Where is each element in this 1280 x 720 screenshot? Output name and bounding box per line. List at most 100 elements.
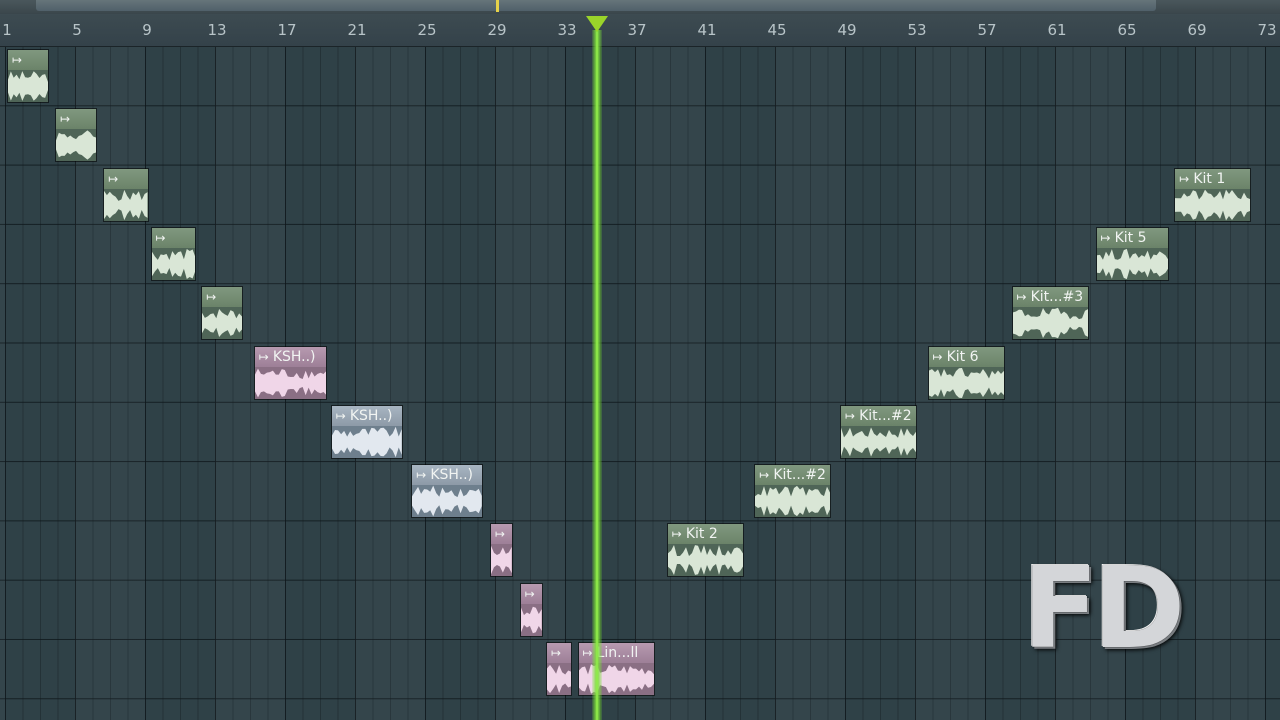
clip-menu-icon[interactable]: ↦ [108, 172, 118, 186]
ruler-bar-number: 5 [72, 21, 82, 39]
ruler-bar-number: 45 [767, 21, 787, 39]
playhead-line[interactable] [591, 30, 602, 720]
audio-clip[interactable]: ↦ Kit...#2 [840, 404, 917, 459]
waveform [667, 545, 743, 576]
waveform [755, 486, 831, 517]
clip-header[interactable]: ↦ Kit 2 [667, 524, 743, 545]
clip-label: Kit...#2 [773, 467, 826, 484]
clip-label: Kit 6 [946, 348, 979, 365]
clip-header[interactable]: ↦ Kit 1 [1175, 168, 1251, 189]
watermark-logo: FD [1022, 553, 1186, 665]
clip-waveform [104, 188, 148, 221]
ruler-bar-number: 9 [142, 21, 152, 39]
clip-waveform [928, 366, 1004, 399]
clip-waveform [520, 603, 542, 636]
audio-clip[interactable]: ↦ Kit 6 [927, 345, 1005, 400]
clip-menu-icon[interactable]: ↦ [156, 231, 166, 245]
ruler-bar-number: 61 [1047, 21, 1067, 39]
audio-clip[interactable]: ↦ Kit 5 [1095, 226, 1169, 281]
clip-waveform [1096, 247, 1168, 280]
audio-clip[interactable]: ↦ KSH..) [411, 464, 483, 519]
audio-clip[interactable]: ↦ [201, 286, 244, 341]
ruler-bar-number: 37 [627, 21, 647, 39]
ruler-bar-number: 21 [347, 21, 367, 39]
clip-waveform [254, 366, 327, 399]
ruler-bar-number: 69 [1187, 21, 1207, 39]
clip-header[interactable]: ↦ Kit...#3 [1012, 287, 1088, 308]
clip-menu-icon[interactable]: ↦ [416, 468, 426, 482]
clip-header[interactable]: ↦ [547, 643, 572, 663]
ruler-bar-number: 65 [1117, 21, 1137, 39]
clip-header[interactable]: ↦ [491, 524, 512, 545]
clip-header[interactable]: ↦ Kit...#2 [755, 465, 831, 486]
clip-waveform [755, 485, 831, 518]
clip-label: Kit 2 [685, 526, 718, 543]
audio-clip[interactable]: ↦ [546, 642, 573, 696]
audio-clip[interactable]: ↦ [519, 582, 543, 637]
clip-menu-icon[interactable]: ↦ [12, 53, 22, 67]
audio-clip[interactable]: ↦ KSH..) [330, 404, 403, 459]
audio-clip[interactable]: ↦ [490, 523, 513, 578]
clip-label: Lin...ll [596, 645, 639, 661]
clip-waveform [8, 70, 48, 102]
clip-menu-icon[interactable]: ↦ [551, 646, 561, 660]
clip-label: Kit 1 [1193, 170, 1226, 187]
ruler-bar-number: 17 [277, 21, 297, 39]
waveform [8, 71, 48, 101]
audio-clip[interactable]: ↦ Kit 2 [666, 523, 744, 578]
clip-header[interactable]: ↦ KSH..) [412, 465, 482, 486]
ruler-bar-number: 25 [417, 21, 437, 39]
clip-header[interactable]: ↦ [8, 50, 48, 70]
clip-menu-icon[interactable]: ↦ [933, 350, 943, 364]
clip-header[interactable]: ↦ [104, 168, 148, 189]
audio-clip[interactable]: ↦ Kit...#2 [754, 464, 832, 519]
audio-clip[interactable]: ↦ Kit 1 [1174, 167, 1252, 222]
clip-menu-icon[interactable]: ↦ [1101, 231, 1111, 245]
waveform [202, 309, 243, 338]
clip-menu-icon[interactable]: ↦ [845, 409, 855, 423]
clip-header[interactable]: ↦ Kit 5 [1096, 227, 1168, 248]
clip-header[interactable]: ↦ KSH..) [331, 405, 402, 426]
clip-menu-icon[interactable]: ↦ [1179, 172, 1189, 186]
audio-clip[interactable]: ↦ Kit...#3 [1011, 286, 1089, 341]
clip-menu-icon[interactable]: ↦ [206, 290, 216, 304]
audio-clip[interactable]: ↦ [7, 49, 49, 103]
clip-header[interactable]: ↦ Kit 6 [928, 346, 1004, 367]
clip-header[interactable]: ↦ KSH..) [254, 346, 327, 367]
clip-menu-icon[interactable]: ↦ [1017, 290, 1027, 304]
audio-clip[interactable]: ↦ KSH..) [253, 345, 328, 400]
clip-waveform [412, 485, 482, 518]
clip-menu-icon[interactable]: ↦ [336, 409, 346, 423]
clip-menu-icon[interactable]: ↦ [495, 527, 505, 541]
audio-clip[interactable]: ↦ [150, 226, 196, 281]
horizontal-scrollbar[interactable] [0, 0, 1280, 15]
ruler-bar-number: 29 [487, 21, 507, 39]
scrollbar-thumb[interactable] [36, 0, 1156, 11]
audio-clip[interactable]: ↦ [103, 167, 149, 222]
waveform [578, 664, 654, 694]
timeline-ruler[interactable]: 1 5 9 13 17 21 25 29 33 37 41 45 49 53 57 61 65 69 73 [0, 14, 1280, 47]
clip-header[interactable]: ↦ [151, 227, 195, 248]
audio-clip[interactable]: ↦ [55, 108, 98, 163]
clip-menu-icon[interactable]: ↦ [672, 527, 682, 541]
clip-waveform [491, 544, 512, 577]
ruler-bar-number: 73 [1257, 21, 1277, 39]
waveform [547, 664, 572, 694]
clip-waveform [202, 307, 243, 340]
clip-header[interactable]: ↦ Lin...ll [578, 643, 654, 663]
waveform [104, 189, 148, 220]
clip-header[interactable]: ↦ [202, 287, 243, 308]
playhead-marker[interactable] [585, 16, 608, 32]
clip-menu-icon[interactable]: ↦ [60, 112, 70, 126]
clip-menu-icon[interactable]: ↦ [759, 468, 769, 482]
clip-header[interactable]: ↦ [520, 583, 542, 604]
clip-menu-icon[interactable]: ↦ [525, 587, 535, 601]
clip-waveform [1012, 307, 1088, 340]
clip-label: Kit...#3 [1030, 289, 1084, 306]
clip-header[interactable]: ↦ Kit...#2 [841, 405, 916, 426]
audio-clip[interactable]: ↦ Lin...ll [577, 642, 655, 696]
ruler-bar-number: 1 [2, 21, 12, 39]
ruler-bar-number: 49 [837, 21, 857, 39]
clip-header[interactable]: ↦ [56, 109, 97, 130]
clip-menu-icon[interactable]: ↦ [259, 350, 269, 364]
